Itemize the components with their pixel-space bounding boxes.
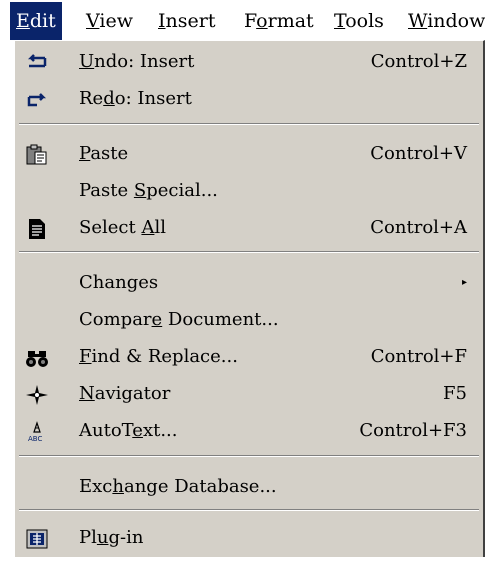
redo-icon [25, 88, 49, 110]
menu-item-plug-in-label: Plug-in [79, 520, 143, 556]
label-post: xt... [142, 420, 178, 441]
menu-view-mnemonic: V [86, 10, 100, 32]
menu-item-navigator[interactable]: Navigator F5 [15, 376, 483, 412]
label-pre: Compar [79, 309, 152, 330]
menu-item-find-replace[interactable]: Find & Replace... Control+F [15, 339, 483, 375]
menu-item-undo-label: Undo: Insert [79, 44, 194, 80]
separator [19, 509, 479, 511]
label-pre: Select [79, 217, 142, 238]
menu-insert[interactable]: Insert [152, 2, 221, 40]
menu-item-autotext-label: AutoText... [79, 413, 178, 449]
label-mnemonic: S [133, 180, 147, 201]
separator [19, 123, 479, 125]
menu-window-label-rest: indow [427, 10, 485, 32]
menu-item-find-replace-label: Find & Replace... [79, 339, 238, 375]
label-mnemonic: A [141, 217, 155, 238]
menu-view-label-rest: iew [99, 10, 133, 32]
menu-tools-mnemonic: T [334, 10, 346, 32]
separator [19, 455, 479, 457]
label-mnemonic: F [79, 346, 92, 367]
menu-item-paste-special[interactable]: Paste Special... [15, 173, 483, 209]
menu-window[interactable]: Window [402, 2, 485, 40]
menu-item-select-all-shortcut: Control+A [370, 217, 467, 238]
menu-edit[interactable]: Edit [10, 2, 62, 40]
menu-item-autotext[interactable]: ABC AutoText... Control+F3 [15, 413, 483, 449]
label-mnemonic: u [96, 527, 109, 548]
menu-format-mnemonic: o [256, 10, 268, 32]
menu-format[interactable]: Format [238, 2, 320, 40]
label-post: ange Database... [123, 476, 277, 497]
svg-text:ABC: ABC [28, 435, 42, 443]
menubar: Edit View Insert Format Tools Window [10, 2, 485, 40]
menu-item-paste-special-label: Paste Special... [79, 173, 218, 209]
plugin-icon [25, 527, 49, 549]
menu-insert-label-rest: nsert [165, 10, 216, 32]
label-pre: Re [79, 88, 104, 109]
autotext-icon: ABC [25, 420, 49, 443]
label-post: g-in [108, 527, 144, 548]
menu-item-navigator-label: Navigator [79, 376, 170, 412]
label-pre: AutoT [79, 420, 133, 441]
menu-item-exchange-database[interactable]: Exchange Database... [15, 469, 483, 505]
menu-item-navigator-shortcut: F5 [443, 383, 467, 404]
navigator-icon [25, 383, 49, 405]
menu-item-compare-document-label: Compare Document... [79, 302, 279, 338]
edit-menu-dropdown: Undo: Insert Control+Z Redo: Insert Past… [14, 40, 485, 557]
label-pre: Paste [79, 180, 134, 201]
label-mnemonic: U [79, 51, 95, 72]
label-mnemonic: e [151, 309, 163, 330]
menu-item-paste[interactable]: Paste Control+V [15, 136, 483, 172]
menu-view[interactable]: View [80, 2, 139, 40]
menu-insert-mnemonic: I [158, 10, 166, 32]
label-post: aste [90, 143, 129, 164]
menu-format-label-pre: F [244, 10, 257, 32]
label-mnemonic: h [112, 476, 124, 497]
menu-item-undo[interactable]: Undo: Insert Control+Z [15, 44, 483, 80]
menu-item-select-all[interactable]: Select All Control+A [15, 210, 483, 246]
label-mnemonic: d [103, 88, 115, 109]
menu-item-exchange-database-label: Exchange Database... [79, 469, 277, 505]
paste-icon [25, 143, 49, 165]
menu-item-compare-document[interactable]: Compare Document... [15, 302, 483, 338]
label-mnemonic: P [79, 143, 91, 164]
menu-edit-mnemonic: E [16, 10, 30, 32]
menu-tools-label-rest: ools [345, 10, 384, 32]
select-all-icon [25, 217, 49, 239]
menu-item-changes-label: Changes [79, 272, 159, 293]
menu-item-select-all-label: Select All [79, 210, 166, 246]
label-post: pecial... [146, 180, 218, 201]
menu-item-find-replace-shortcut: Control+F [370, 346, 467, 367]
separator [19, 251, 479, 253]
menu-format-label-rest: rmat [267, 10, 314, 32]
menu-item-changes[interactable]: Changes ▸ [15, 265, 483, 301]
menu-item-undo-shortcut: Control+Z [370, 51, 467, 72]
menu-item-redo-label: Redo: Insert [79, 81, 192, 117]
label-post: avigator [94, 383, 171, 404]
label-post: Document... [162, 309, 279, 330]
label-post: ll [154, 217, 166, 238]
menu-item-paste-label: Paste [79, 136, 128, 172]
label-post: o: Insert [114, 88, 192, 109]
binoculars-icon [25, 346, 49, 368]
label-pre: Pl [79, 527, 97, 548]
menu-item-paste-shortcut: Control+V [370, 143, 467, 164]
label-pre: Exc [79, 476, 113, 497]
menu-edit-label-rest: dit [29, 10, 56, 32]
menu-window-mnemonic: W [408, 10, 428, 32]
menu-item-plug-in[interactable]: Plug-in [15, 520, 483, 556]
label-mnemonic: N [79, 383, 95, 404]
menu-item-redo[interactable]: Redo: Insert [15, 81, 483, 117]
menu-item-autotext-shortcut: Control+F3 [359, 420, 467, 441]
label-post: ndo: Insert [94, 51, 195, 72]
label-post: ind & Replace... [91, 346, 238, 367]
submenu-arrow-icon: ▸ [461, 277, 467, 288]
label-mnemonic: e [132, 420, 143, 441]
undo-icon [25, 51, 49, 73]
menu-tools[interactable]: Tools [328, 2, 390, 40]
